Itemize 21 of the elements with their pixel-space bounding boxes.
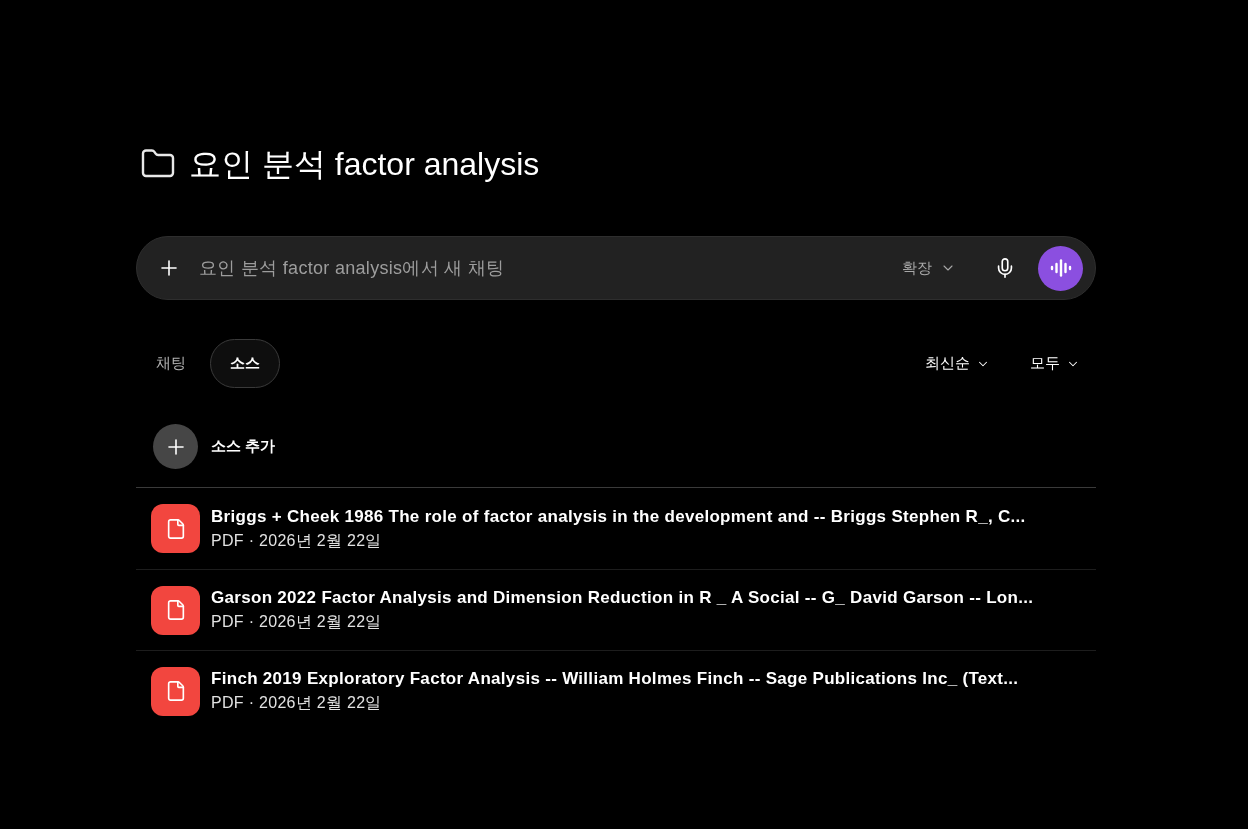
voice-mode-button[interactable]: [1038, 245, 1083, 291]
source-title[interactable]: Briggs + Cheek 1986 The role of factor analysis in the development and -- Briggs Stephen R_, C...: [211, 504, 1026, 529]
source-title[interactable]: Finch 2019 Exploratory Factor Analysis -- William Holmes Finch -- Sage Publications Inc_ (Text...: [211, 667, 1019, 691]
file-icon: [151, 585, 200, 635]
source-title[interactable]: Garson 2022 Factor Analysis and Dimension Reduction in R _ A Social -- G_ David Garson -- Lon...: [211, 586, 1034, 610]
chat-input[interactable]: 요인 분석 factor analysis에서 새 채팅: [199, 253, 894, 283]
tab[interactable]: 소스: [210, 339, 280, 388]
chat-composer[interactable]: 요인 분석 factor analysis에서 새 채팅 확장: [136, 236, 1096, 300]
plus-icon: [153, 424, 198, 469]
add-source-button[interactable]: 소스 추가: [136, 424, 276, 469]
source-meta: PDF · 2026년 2월 22일: [211, 612, 383, 632]
folder-title: 요인 분석 factor analysis: [189, 145, 540, 184]
mode-dropdown[interactable]: 확장: [894, 252, 964, 284]
source-meta: PDF · 2026년 2월 22일: [211, 530, 383, 551]
tab[interactable]: 채팅: [136, 339, 206, 388]
file-icon: [151, 666, 200, 716]
audio-wave-icon: [1049, 259, 1072, 277]
dropdown-button[interactable]: 모두: [1024, 348, 1086, 379]
source-meta: PDF · 2026년 2월 22일: [211, 693, 383, 713]
dropdown-button[interactable]: 최신순: [919, 348, 996, 379]
file-icon: [151, 504, 200, 553]
